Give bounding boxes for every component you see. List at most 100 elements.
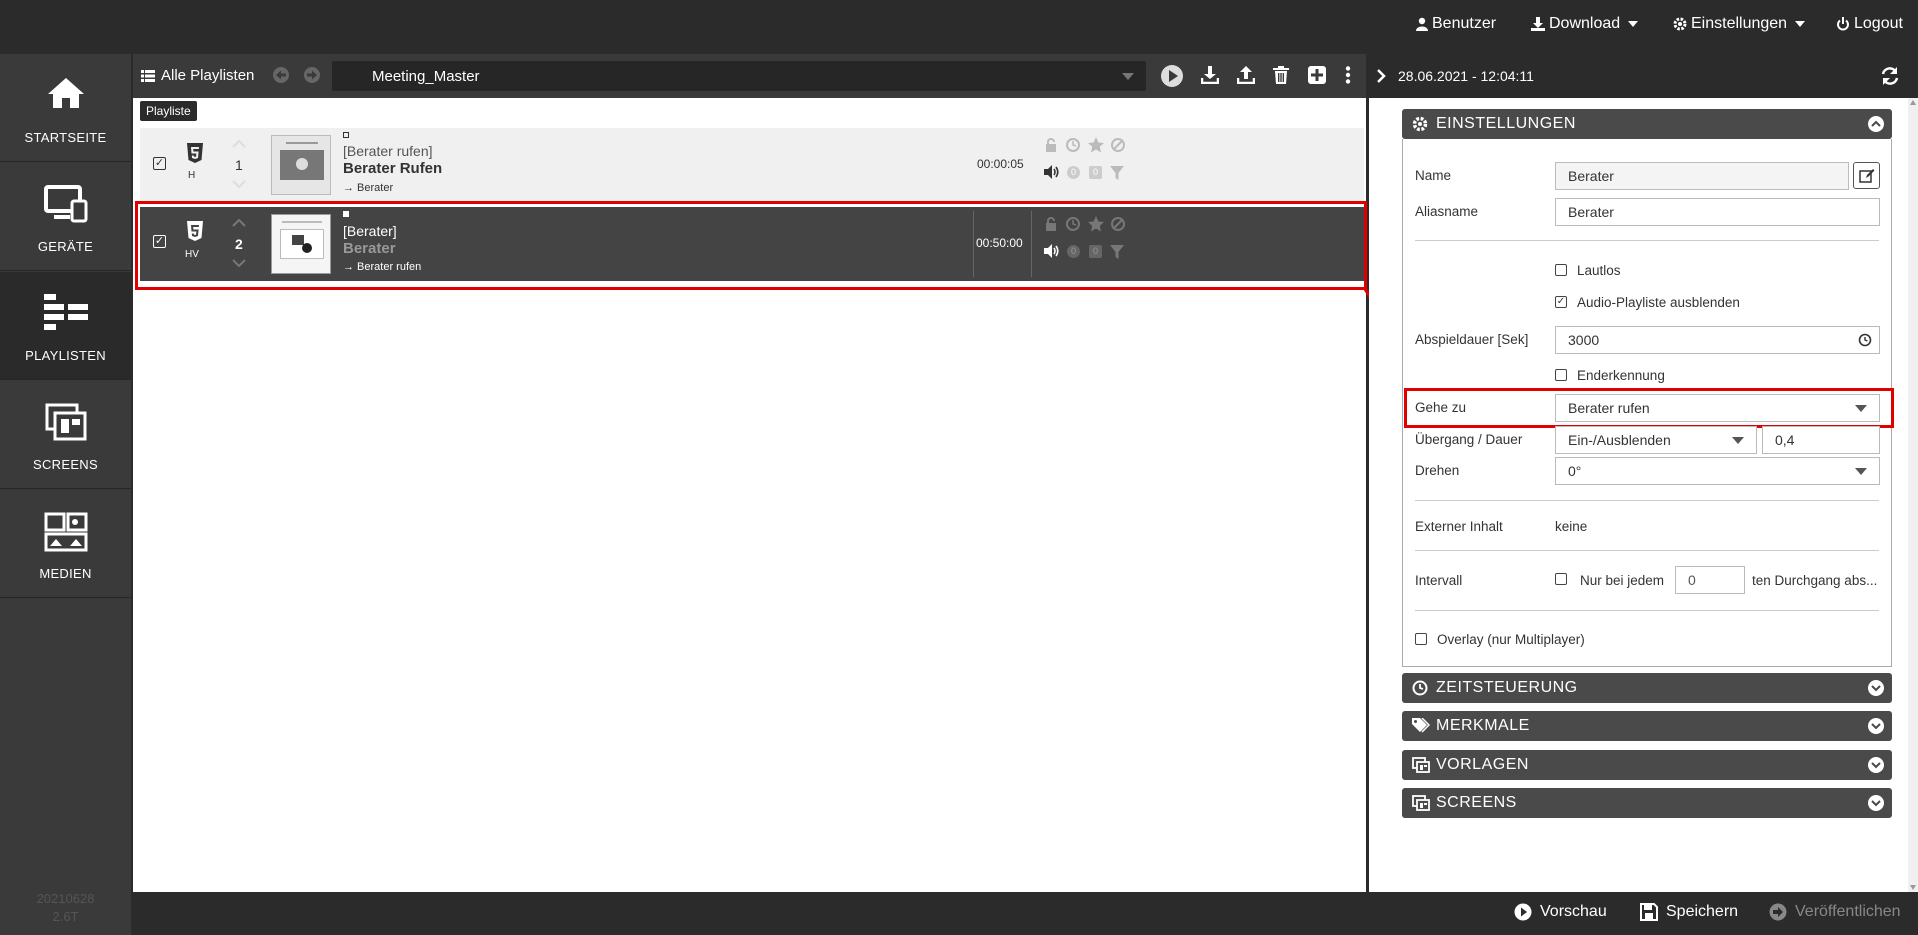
download-icon[interactable] bbox=[1201, 66, 1219, 84]
sidebar-item-startseite[interactable]: STARTSEITE bbox=[0, 54, 131, 162]
row-title: Berater bbox=[343, 240, 396, 257]
scrollbar[interactable] bbox=[1908, 98, 1918, 892]
overlay-checkbox[interactable] bbox=[1415, 633, 1427, 645]
end-mark-checkbox[interactable] bbox=[1555, 369, 1567, 381]
download-label: Download bbox=[1549, 15, 1621, 32]
playlist-select[interactable]: Meeting_Master bbox=[332, 61, 1146, 91]
publish-label: Veröffentlichen bbox=[1795, 903, 1901, 920]
section-merkmale-header[interactable]: MERKMALE bbox=[1402, 711, 1892, 741]
move-up-icon[interactable] bbox=[232, 219, 246, 227]
chevron-down-icon bbox=[1868, 795, 1884, 811]
publish-button[interactable]: Veröffentlichen bbox=[1769, 903, 1901, 921]
unlock-icon[interactable] bbox=[1045, 217, 1057, 231]
interval-checkbox[interactable] bbox=[1555, 573, 1567, 585]
sidebar-item-playlisten[interactable]: PLAYLISTEN bbox=[0, 272, 131, 380]
duration-label: Abspieldauer [Sek] bbox=[1415, 332, 1529, 347]
trash-icon[interactable] bbox=[1273, 66, 1289, 84]
interval-prefix: Nur bei jedem bbox=[1580, 573, 1665, 588]
badge-count: 0 bbox=[1067, 166, 1080, 179]
chevron-down-icon bbox=[1855, 405, 1867, 412]
sidebar-item-geraete[interactable]: GERÄTE bbox=[0, 163, 131, 271]
goto-label: Gehe zu bbox=[1415, 400, 1467, 415]
move-up-icon[interactable] bbox=[232, 140, 246, 148]
section-screens-header[interactable]: SCREENS bbox=[1402, 788, 1892, 818]
volume-icon[interactable] bbox=[1044, 165, 1060, 179]
tags-icon bbox=[1412, 718, 1430, 733]
screens-icon bbox=[45, 403, 86, 441]
user-label: Benutzer bbox=[1432, 15, 1497, 32]
preview-button[interactable]: Vorschau bbox=[1514, 903, 1607, 921]
unlock-icon[interactable] bbox=[1045, 138, 1057, 152]
save-label: Speichern bbox=[1666, 903, 1739, 920]
edit-name-button[interactable] bbox=[1853, 162, 1880, 189]
name-field[interactable]: Berater bbox=[1555, 162, 1849, 190]
hide-audio-label: Audio-Playliste ausblenden bbox=[1577, 295, 1740, 310]
rotate-select[interactable]: 0° bbox=[1555, 457, 1880, 485]
filter-icon[interactable] bbox=[1110, 166, 1124, 180]
divider bbox=[1415, 550, 1879, 551]
duration-field[interactable]: 3000 bbox=[1555, 326, 1880, 354]
volume-icon[interactable] bbox=[1044, 244, 1060, 258]
sidebar-item-medien[interactable]: MEDIEN bbox=[0, 490, 131, 598]
section-settings-header[interactable]: EINSTELLUNGEN bbox=[1402, 109, 1892, 139]
goto-select[interactable]: Berater rufen bbox=[1555, 394, 1880, 422]
divider bbox=[1415, 240, 1879, 241]
row-checkbox[interactable]: ✓ bbox=[153, 235, 166, 248]
chevron-down-icon bbox=[1868, 718, 1884, 734]
back-arrow-icon[interactable] bbox=[272, 66, 290, 84]
clock-icon[interactable] bbox=[1066, 217, 1080, 231]
forward-arrow-icon[interactable] bbox=[303, 66, 321, 84]
mute-checkbox[interactable] bbox=[1555, 264, 1567, 276]
user-menu[interactable]: Benutzer bbox=[1416, 15, 1496, 33]
all-playlists-label: Alle Playlisten bbox=[161, 67, 255, 84]
external-value: keine bbox=[1555, 519, 1588, 534]
add-icon[interactable] bbox=[1308, 66, 1326, 84]
row-goto: → Berater rufen bbox=[343, 261, 422, 273]
power-icon bbox=[1837, 17, 1849, 31]
transition-duration-field[interactable]: 0,4 bbox=[1762, 426, 1880, 454]
playlist-row-selected[interactable]: ✓ HV 2 [Berater] Berater → Berater rufen… bbox=[140, 207, 1364, 281]
hide-audio-checkbox[interactable]: ✓ bbox=[1555, 296, 1567, 308]
home-icon bbox=[47, 78, 84, 108]
logout-button[interactable]: Logout bbox=[1836, 15, 1903, 33]
move-down-icon[interactable] bbox=[232, 180, 246, 188]
star-icon[interactable] bbox=[1088, 137, 1104, 153]
download-menu[interactable]: Download bbox=[1531, 15, 1639, 33]
section-title: ZEITSTEUERUNG bbox=[1436, 679, 1578, 696]
version-info: 20210628 2.6T bbox=[0, 890, 131, 926]
all-playlists-button[interactable]: Alle Playlisten bbox=[141, 67, 254, 84]
top-bar: Benutzer Download Einstellungen Logout bbox=[0, 0, 1918, 54]
play-icon[interactable] bbox=[1160, 64, 1184, 88]
settings-menu[interactable]: Einstellungen bbox=[1673, 15, 1806, 33]
upload-icon[interactable] bbox=[1237, 66, 1255, 84]
star-icon[interactable] bbox=[1088, 216, 1104, 232]
interval-suffix: ten Durchgang abs... bbox=[1752, 573, 1878, 588]
section-vorlagen-header[interactable]: VORLAGEN bbox=[1402, 750, 1892, 780]
chevron-down-icon bbox=[1868, 680, 1884, 696]
playlist-row[interactable]: ✓ H 1 [Berater rufen] Berater Rufen → Be… bbox=[140, 128, 1364, 202]
transition-select[interactable]: Ein-/Ausblenden bbox=[1555, 426, 1757, 454]
more-vertical-icon[interactable] bbox=[1345, 66, 1351, 84]
alias-field[interactable]: Berater bbox=[1555, 198, 1880, 226]
filter-icon[interactable] bbox=[1110, 245, 1124, 259]
list-icon bbox=[141, 69, 155, 82]
sidebar-item-screens[interactable]: SCREENS bbox=[0, 381, 131, 489]
alias-label: Aliasname bbox=[1415, 204, 1479, 219]
ban-icon[interactable] bbox=[1111, 138, 1125, 152]
interval-field[interactable]: 0 bbox=[1675, 566, 1745, 594]
sidebar: STARTSEITE GERÄTE PLAYLISTEN SCREENS MED… bbox=[0, 54, 131, 935]
ban-icon[interactable] bbox=[1111, 217, 1125, 231]
alias-value: Berater bbox=[1568, 204, 1614, 220]
row-checkbox[interactable]: ✓ bbox=[153, 157, 166, 170]
chevron-right-icon[interactable] bbox=[1376, 69, 1386, 83]
chevron-down-icon bbox=[1732, 437, 1744, 444]
sidebar-item-label: MEDIEN bbox=[39, 566, 92, 581]
move-down-icon[interactable] bbox=[232, 259, 246, 267]
clock-icon[interactable] bbox=[1066, 138, 1080, 152]
row-goto: → Berater bbox=[343, 182, 394, 194]
section-zeitsteuerung-header[interactable]: ZEITSTEUERUNG bbox=[1402, 673, 1892, 703]
refresh-icon[interactable] bbox=[1880, 66, 1900, 86]
arrow-circle-right-icon bbox=[1769, 903, 1787, 921]
save-button[interactable]: Speichern bbox=[1640, 903, 1738, 921]
divider bbox=[1415, 610, 1879, 611]
